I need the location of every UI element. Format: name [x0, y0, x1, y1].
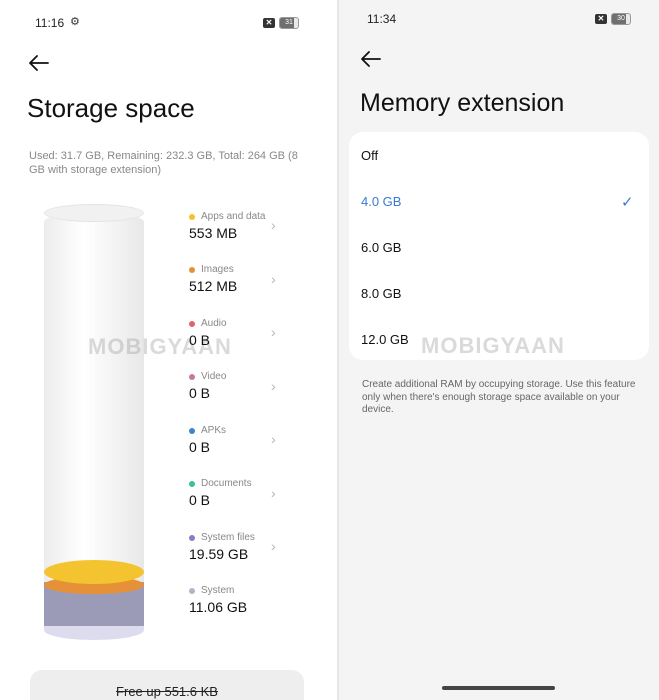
battery-level: 30 — [617, 15, 625, 22]
option-6gb[interactable]: 6.0 GB — [361, 240, 401, 255]
chevron-right-icon: › — [271, 217, 276, 233]
option-off[interactable]: Off — [361, 148, 378, 163]
storage-summary: Used: 31.7 GB, Remaining: 232.3 GB, Tota… — [29, 150, 298, 176]
memory-extension-screen: 11:34 ✕ 30 Memory extension Off 4.0 GB 6… — [339, 0, 659, 700]
chevron-right-icon: › — [271, 324, 276, 340]
status-time: 11:16 — [35, 16, 65, 30]
page-title: Storage space — [27, 93, 195, 123]
notification-x-icon: ✕ — [595, 14, 607, 24]
watermark-right: MOBIGYAAN — [421, 333, 565, 358]
home-indicator[interactable] — [442, 686, 555, 690]
page-title: Memory extension — [360, 89, 565, 117]
status-icons: ✕ 30 — [595, 13, 631, 25]
storage-space-screen: 11:16 ⚙ ✕ 31 Storage space Used: 31.7 GB… — [0, 0, 337, 700]
memory-options-card: Off 4.0 GB 6.0 GB 8.0 GB 12.0 GB — [349, 132, 649, 360]
option-4gb[interactable]: 4.0 GB — [361, 194, 401, 209]
notification-x-icon: ✕ — [263, 18, 275, 28]
settings-gear-icon: ⚙ — [70, 16, 80, 28]
battery-icon: 31 — [279, 17, 299, 29]
status-icons: ✕ 31 — [263, 17, 299, 29]
segment-apps — [44, 560, 144, 584]
chevron-right-icon: › — [271, 538, 276, 554]
free-up-label: Free up 551.6 KB — [116, 684, 218, 699]
checkmark-icon: ✓ — [621, 194, 634, 211]
category-system: System 11.06 GB — [189, 585, 248, 615]
back-arrow-icon[interactable] — [28, 54, 50, 72]
option-8gb[interactable]: 8.0 GB — [361, 286, 401, 301]
status-time: 11:34 — [367, 12, 397, 26]
back-arrow-icon[interactable] — [360, 50, 382, 68]
memory-extension-note: Create additional RAM by occupying stora… — [362, 379, 636, 415]
option-12gb[interactable]: 12.0 GB — [361, 332, 409, 347]
chevron-right-icon: › — [271, 431, 276, 447]
storage-cylinder-graphic — [44, 204, 144, 644]
battery-level: 31 — [285, 19, 293, 26]
chevron-right-icon: › — [271, 485, 276, 501]
free-up-button[interactable]: Free up 551.6 KB — [30, 670, 304, 700]
chevron-right-icon: › — [271, 271, 276, 287]
chevron-right-icon: › — [271, 378, 276, 394]
battery-icon: 30 — [611, 13, 631, 25]
